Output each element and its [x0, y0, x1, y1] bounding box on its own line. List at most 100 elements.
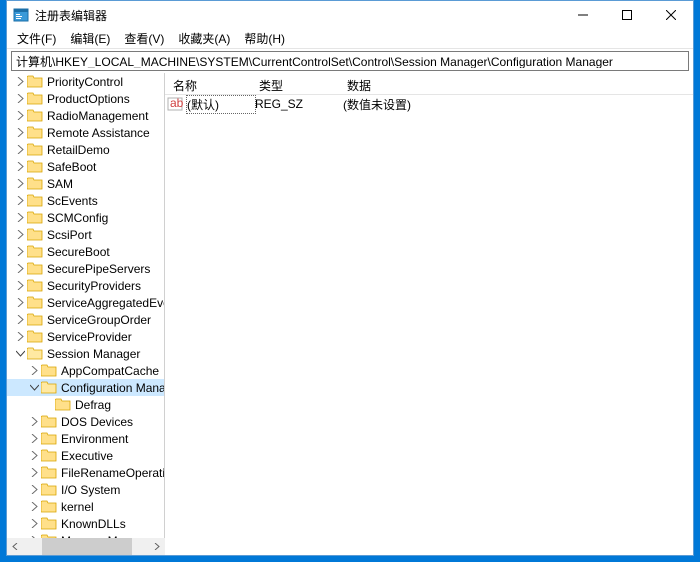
tree-item[interactable]: SAM: [7, 175, 165, 192]
window-title: 注册表编辑器: [35, 7, 561, 24]
tree-item[interactable]: AppCompatCache: [7, 362, 165, 379]
scroll-right-button[interactable]: [148, 538, 165, 555]
list-body[interactable]: ab(默认)REG_SZ(数值未设置): [165, 95, 693, 538]
expand-icon[interactable]: [41, 398, 55, 412]
address-input[interactable]: [16, 54, 684, 68]
minimize-button[interactable]: [561, 1, 605, 29]
expand-icon[interactable]: [13, 330, 27, 344]
expand-icon[interactable]: [27, 466, 41, 480]
tree-item[interactable]: ServiceGroupOrder: [7, 311, 165, 328]
expand-icon[interactable]: [27, 381, 41, 395]
menu-favorites[interactable]: 收藏夹(A): [172, 28, 236, 49]
menu-edit[interactable]: 编辑(E): [64, 28, 116, 49]
expand-icon[interactable]: [13, 143, 27, 157]
expand-icon[interactable]: [27, 517, 41, 531]
tree-item[interactable]: DOS Devices: [7, 413, 165, 430]
folder-icon: [27, 211, 43, 224]
column-header-type[interactable]: 类型: [251, 73, 339, 94]
expand-icon[interactable]: [27, 483, 41, 497]
folder-icon: [27, 160, 43, 173]
expand-icon[interactable]: [27, 432, 41, 446]
expand-icon[interactable]: [13, 211, 27, 225]
expand-icon[interactable]: [13, 194, 27, 208]
tree-item-label: SCMConfig: [47, 211, 108, 225]
expand-icon[interactable]: [27, 449, 41, 463]
list-row[interactable]: ab(默认)REG_SZ(数值未设置): [165, 95, 693, 113]
tree-item-label: SAM: [47, 177, 73, 191]
tree-item[interactable]: SecureBoot: [7, 243, 165, 260]
expand-icon[interactable]: [13, 177, 27, 191]
expand-icon[interactable]: [27, 415, 41, 429]
expand-icon[interactable]: [13, 92, 27, 106]
expand-icon[interactable]: [13, 228, 27, 242]
tree-item-label: SecurePipeServers: [47, 262, 150, 276]
tree-item[interactable]: kernel: [7, 498, 165, 515]
tree-item[interactable]: ProductOptions: [7, 90, 165, 107]
folder-icon: [41, 415, 57, 428]
registry-editor-window: 注册表编辑器 文件(F) 编辑(E) 查看(V) 收藏夹(A) 帮助(H) Pr…: [6, 0, 694, 556]
folder-icon: [27, 296, 43, 309]
expand-icon[interactable]: [13, 245, 27, 259]
tree-item[interactable]: Environment: [7, 430, 165, 447]
tree-item[interactable]: ServiceAggregatedEvents: [7, 294, 165, 311]
folder-icon: [41, 449, 57, 462]
folder-icon: [27, 245, 43, 258]
titlebar[interactable]: 注册表编辑器: [7, 1, 693, 29]
expand-icon[interactable]: [13, 313, 27, 327]
menu-file[interactable]: 文件(F): [11, 28, 62, 49]
column-header-name[interactable]: 名称: [165, 73, 251, 94]
tree-item[interactable]: ScsiPort: [7, 226, 165, 243]
expand-icon[interactable]: [13, 296, 27, 310]
tree-item-label: ProductOptions: [47, 92, 130, 106]
tree-item[interactable]: Remote Assistance: [7, 124, 165, 141]
tree-item[interactable]: Configuration Manager: [7, 379, 165, 396]
scroll-left-button[interactable]: [7, 538, 24, 555]
tree-item[interactable]: Session Manager: [7, 345, 165, 362]
tree-item-label: Environment: [61, 432, 128, 446]
tree-item[interactable]: RadioManagement: [7, 107, 165, 124]
tree-horizontal-scrollbar[interactable]: [7, 538, 165, 555]
tree-item[interactable]: SecurityProviders: [7, 277, 165, 294]
cell-type: REG_SZ: [255, 97, 343, 111]
tree-item[interactable]: FileRenameOperations: [7, 464, 165, 481]
tree-item-label: RetailDemo: [47, 143, 110, 157]
tree-item[interactable]: PriorityControl: [7, 73, 165, 90]
expand-icon[interactable]: [13, 347, 27, 361]
tree-pane[interactable]: PriorityControl ProductOptionsRadioManage…: [7, 73, 165, 538]
tree-item-label: ScsiPort: [47, 228, 92, 242]
tree-item-label: SecurityProviders: [47, 279, 141, 293]
tree-item[interactable]: KnownDLLs: [7, 515, 165, 532]
tree-item[interactable]: SCMConfig: [7, 209, 165, 226]
tree-item[interactable]: Defrag: [7, 396, 165, 413]
folder-icon: [27, 194, 43, 207]
folder-icon: [41, 500, 57, 513]
scroll-track[interactable]: [24, 538, 148, 555]
tree-item[interactable]: SafeBoot: [7, 158, 165, 175]
folder-icon: [41, 432, 57, 445]
expand-icon[interactable]: [13, 109, 27, 123]
folder-icon: [27, 330, 43, 343]
tree-item-label: Remote Assistance: [47, 126, 150, 140]
menu-help[interactable]: 帮助(H): [238, 28, 291, 49]
close-button[interactable]: [649, 1, 693, 29]
tree-item[interactable]: ServiceProvider: [7, 328, 165, 345]
maximize-button[interactable]: [605, 1, 649, 29]
tree-item-label: Defrag: [75, 398, 111, 412]
column-header-data[interactable]: 数据: [339, 73, 539, 94]
expand-icon[interactable]: [13, 279, 27, 293]
expand-icon[interactable]: [13, 160, 27, 174]
tree-item[interactable]: RetailDemo: [7, 141, 165, 158]
menu-view[interactable]: 查看(V): [118, 28, 170, 49]
address-bar[interactable]: [11, 51, 689, 71]
expand-icon[interactable]: [13, 262, 27, 276]
tree-item[interactable]: I/O System: [7, 481, 165, 498]
scroll-thumb[interactable]: [42, 538, 132, 555]
expand-icon[interactable]: [13, 126, 27, 140]
expand-icon[interactable]: [27, 364, 41, 378]
tree-item[interactable]: Executive: [7, 447, 165, 464]
tree-item[interactable]: ScEvents: [7, 192, 165, 209]
expand-icon[interactable]: [27, 500, 41, 514]
list-header: 名称 类型 数据: [165, 73, 693, 95]
tree-item[interactable]: SecurePipeServers: [7, 260, 165, 277]
expand-icon[interactable]: [13, 75, 27, 89]
